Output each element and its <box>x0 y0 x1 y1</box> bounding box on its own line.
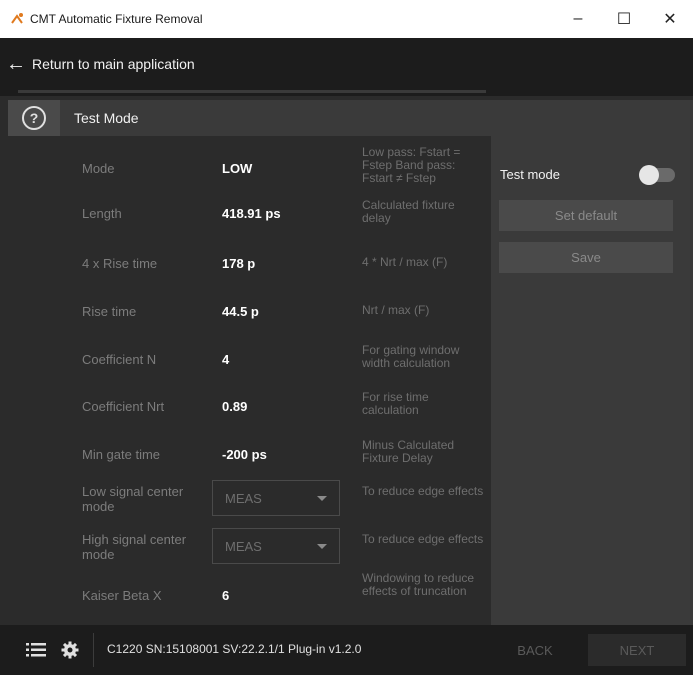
next-button[interactable]: NEXT <box>588 634 686 666</box>
set-default-button[interactable]: Set default <box>499 200 673 231</box>
row-label: Rise time <box>82 304 137 319</box>
row-label: Kaiser Beta X <box>82 588 162 603</box>
section-title: Test Mode <box>74 110 139 126</box>
row-description: Calculated fixture delay <box>362 198 455 225</box>
row-label: Coefficient Nrt <box>82 399 165 414</box>
row-label: High signal center mode <box>82 532 187 562</box>
high-signal-center-mode-select[interactable]: MEAS <box>212 528 340 564</box>
row-description: Windowing to reduce effects of truncatio… <box>362 571 475 598</box>
row-description: To reduce edge effects <box>362 532 484 546</box>
row-value: 178 p <box>222 256 256 271</box>
gear-icon[interactable] <box>60 640 80 660</box>
row-min-gate-time: Min gate time -200 ps Minus Calculated F… <box>0 437 491 485</box>
row-label: Min gate time <box>82 447 161 462</box>
row-4x-rise-time: 4 x Rise time 178 p 4 * Nrt / max (F) <box>0 246 491 294</box>
help-icon: ? <box>22 106 46 130</box>
toggle-knob <box>639 165 659 185</box>
row-label: 4 x Rise time <box>82 256 158 271</box>
status-text: C1220 SN:15108001 SV:22.2.1/1 Plug-in v1… <box>107 642 362 656</box>
footer-bar: C1220 SN:15108001 SV:22.2.1/1 Plug-in v1… <box>0 625 693 675</box>
progress-track <box>18 90 486 93</box>
row-high-signal-center-mode: High signal center mode MEAS To reduce e… <box>0 528 491 576</box>
help-button[interactable]: ? <box>8 100 60 136</box>
row-description: Nrt / max (F) <box>362 303 430 317</box>
minimize-button[interactable]: – <box>555 0 601 38</box>
row-description: Low pass: Fstart = Fstep Band pass: Fsta… <box>362 145 461 185</box>
row-description: 4 * Nrt / max (F) <box>362 255 448 269</box>
row-description: Minus Calculated Fixture Delay <box>362 438 455 465</box>
window-titlebar: CMT Automatic Fixture Removal – ☐ ✕ <box>0 0 693 38</box>
row-value: -200 ps <box>222 447 267 462</box>
cmt-app-icon <box>11 13 23 24</box>
row-coefficient-nrt: Coefficient Nrt 0.89 For rise time calcu… <box>0 389 491 437</box>
row-value: 0.89 <box>222 399 248 414</box>
row-low-signal-center-mode: Low signal center mode MEAS To reduce ed… <box>0 480 491 528</box>
test-mode-toggle[interactable] <box>639 165 675 185</box>
row-label: Mode <box>82 161 115 176</box>
row-description: For rise time calculation <box>362 390 429 417</box>
row-rise-time: Rise time 44.5 p Nrt / max (F) <box>0 294 491 342</box>
parameters-panel: Mode LOW Low pass: Fstart = Fstep Band p… <box>0 136 491 625</box>
row-value: 418.91 ps <box>222 206 281 221</box>
row-label: Coefficient N <box>82 352 157 367</box>
arrow-left-icon: ← <box>6 53 26 75</box>
return-to-main-button[interactable]: ← Return to main application <box>6 52 195 76</box>
row-description: For gating window width calculation <box>362 343 460 370</box>
nav-bar: ← Return to main application <box>0 38 693 96</box>
window-title: CMT Automatic Fixture Removal <box>30 12 203 26</box>
close-button[interactable]: ✕ <box>647 0 693 38</box>
list-icon[interactable] <box>26 640 46 660</box>
low-signal-center-mode-select[interactable]: MEAS <box>212 480 340 516</box>
select-value: MEAS <box>225 490 262 506</box>
row-value: LOW <box>222 161 253 176</box>
save-button[interactable]: Save <box>499 242 673 273</box>
row-value: 4 <box>222 352 230 367</box>
chevron-down-icon <box>317 543 327 549</box>
test-mode-panel: Test mode Set default Save <box>491 136 693 625</box>
row-label: Low signal center mode <box>82 484 184 514</box>
chevron-down-icon <box>317 495 327 501</box>
select-value: MEAS <box>225 538 262 554</box>
footer-divider <box>93 633 94 667</box>
back-button[interactable]: BACK <box>494 634 576 666</box>
test-mode-row: Test mode <box>491 160 693 190</box>
row-mode: Mode LOW Low pass: Fstart = Fstep Band p… <box>0 146 491 194</box>
return-label: Return to main application <box>32 56 195 72</box>
maximize-button[interactable]: ☐ <box>601 0 647 38</box>
row-length: Length 418.91 ps Calculated fixture dela… <box>0 196 491 244</box>
row-coefficient-n: Coefficient N 4 For gating window width … <box>0 341 491 389</box>
row-kaiser-beta-x: Kaiser Beta X 6 Windowing to reduce effe… <box>0 572 491 620</box>
test-mode-label: Test mode <box>500 167 560 182</box>
row-value: 44.5 p <box>222 304 259 319</box>
section-header: ? Test Mode <box>8 100 693 136</box>
row-label: Length <box>82 206 122 221</box>
row-value: 6 <box>222 588 230 603</box>
row-description: To reduce edge effects <box>362 484 484 498</box>
